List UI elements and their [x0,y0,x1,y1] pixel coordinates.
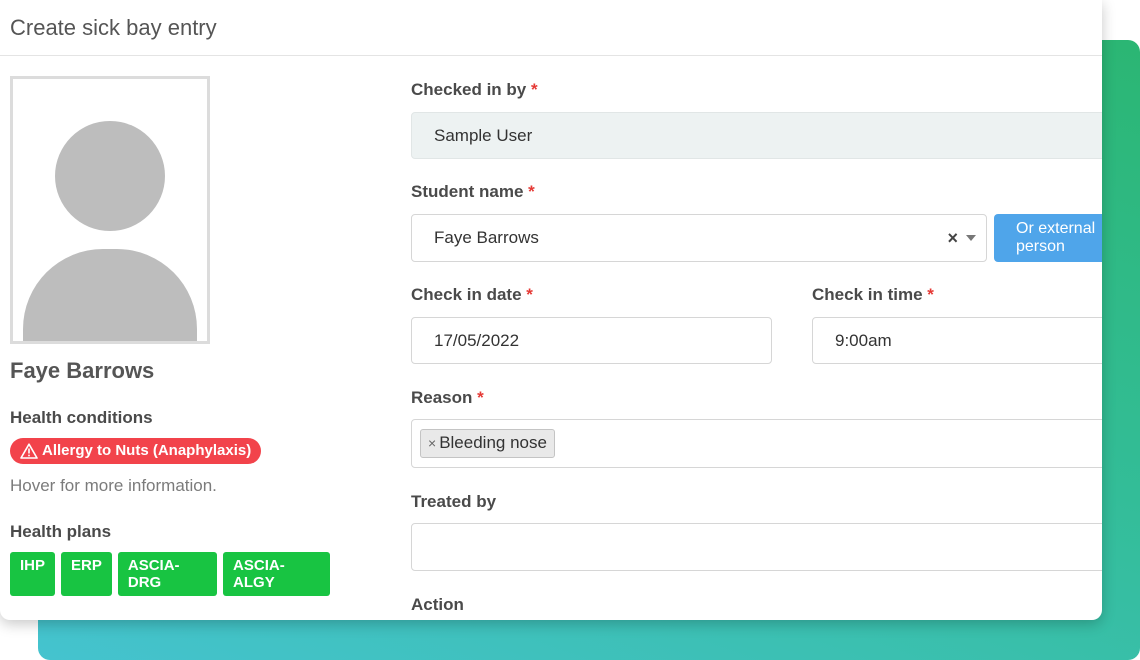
health-condition-label: Allergy to Nuts (Anaphylaxis) [42,442,252,459]
check-in-date-label-text: Check in date [411,285,522,304]
check-in-date-value: 17/05/2022 [434,330,520,350]
check-in-time-input[interactable]: 9:00am [812,317,1102,364]
remove-tag-icon[interactable]: × [428,435,436,451]
checked-in-by-label: Checked in by * [411,80,538,100]
checked-in-by-label-text: Checked in by [411,80,527,99]
treated-by-input[interactable] [411,523,1102,571]
plan-badge-ascia-drg[interactable]: ASCIA-DRG [117,552,218,596]
chevron-down-icon[interactable] [966,235,976,241]
student-name-label: Student name * [411,182,535,202]
plan-badge-ihp[interactable]: IHP [10,552,56,596]
reason-label-text: Reason [411,388,473,407]
clear-selection-icon[interactable]: × [947,228,958,249]
avatar-body-shape [23,249,197,341]
reason-tag: × Bleeding nose [420,429,555,458]
treated-by-label-text: Treated by [411,492,497,511]
required-marker: * [528,182,535,201]
health-plans-list: IHP ERP ASCIA-DRG ASCIA-ALGY [10,552,330,596]
required-marker: * [477,388,484,407]
student-profile-panel: Faye Barrows Health conditions Allergy t… [10,76,330,596]
checked-in-by-field: Sample User [411,112,1102,159]
check-in-time-label: Check in time * [812,285,934,305]
reason-tag-label: Bleeding nose [439,433,547,452]
plan-badge-ascia-algy[interactable]: ASCIA-ALGY [223,552,330,596]
page-title: Create sick bay entry [10,14,217,40]
external-person-button[interactable]: Or external person [994,214,1102,262]
hover-hint-text: Hover for more information. [10,476,217,495]
reason-label: Reason * [411,388,484,408]
health-condition-badge[interactable]: Allergy to Nuts (Anaphylaxis) [10,438,262,464]
student-name-label-text: Student name [411,182,524,201]
check-in-date-label: Check in date * [411,285,533,305]
health-conditions-label: Health conditions [10,408,153,427]
required-marker: * [526,285,533,304]
action-label: Action [411,595,464,615]
plan-badge-erp[interactable]: ERP [61,552,112,596]
sick-bay-entry-dialog: Create sick bay entry Faye Barrows Healt… [0,0,1102,620]
student-name-heading: Faye Barrows [10,358,155,383]
check-in-time-value: 9:00am [835,330,892,350]
student-name-select-value: Faye Barrows [434,228,539,247]
warning-icon [20,442,38,459]
avatar-head-shape [55,121,165,231]
student-name-select[interactable]: Faye Barrows × [411,214,987,262]
action-label-text: Action [411,595,464,614]
health-plans-label: Health plans [10,522,112,541]
required-marker: * [531,80,538,99]
external-person-button-label: Or external person [1016,220,1096,255]
select-controls: × [947,215,976,261]
treated-by-label: Treated by [411,492,496,512]
student-avatar [10,76,210,344]
reason-multiselect[interactable]: × Bleeding nose [411,419,1102,468]
dialog-header: Create sick bay entry [0,0,1102,56]
checked-in-by-value: Sample User [434,125,533,145]
check-in-time-label-text: Check in time [812,285,923,304]
required-marker: * [927,285,934,304]
check-in-date-input[interactable]: 17/05/2022 [411,317,772,364]
